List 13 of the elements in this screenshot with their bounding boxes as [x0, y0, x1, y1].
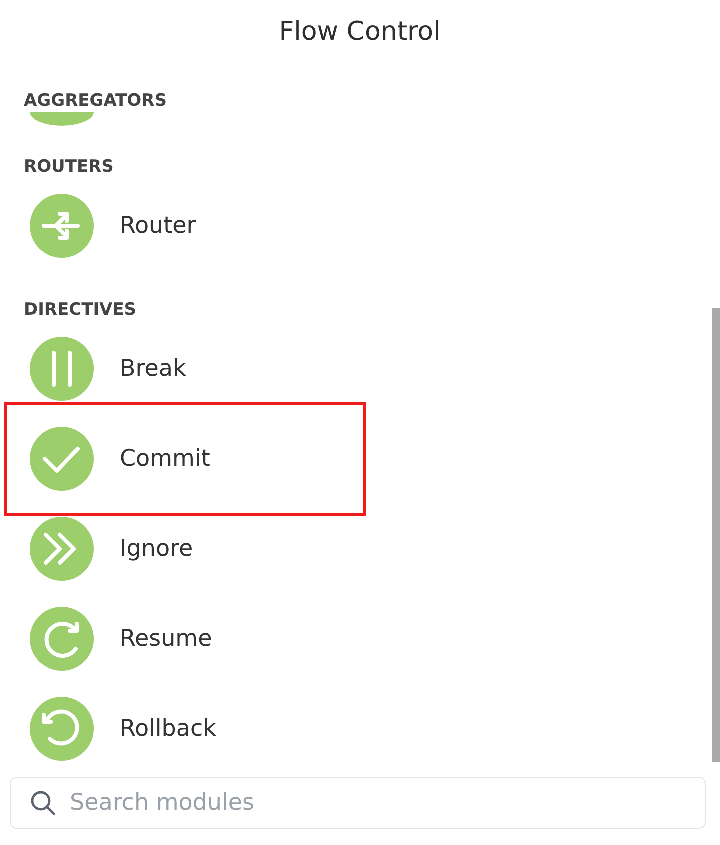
section-heading: AGGREGATORS — [24, 90, 167, 112]
redo-icon — [30, 607, 94, 671]
pause-icon — [30, 337, 94, 401]
undo-icon — [30, 697, 94, 761]
section-heading: DIRECTIVES — [24, 299, 137, 321]
double-chevron-icon — [30, 517, 94, 581]
panel-title: Flow Control — [278, 16, 442, 49]
scrollbar[interactable] — [712, 308, 720, 762]
search-icon — [30, 790, 56, 816]
checkmark-icon — [30, 427, 94, 491]
section-heading: ROUTERS — [24, 156, 114, 178]
module-item[interactable]: Commit — [4, 402, 366, 516]
search-field[interactable]: Search modules — [10, 777, 706, 829]
